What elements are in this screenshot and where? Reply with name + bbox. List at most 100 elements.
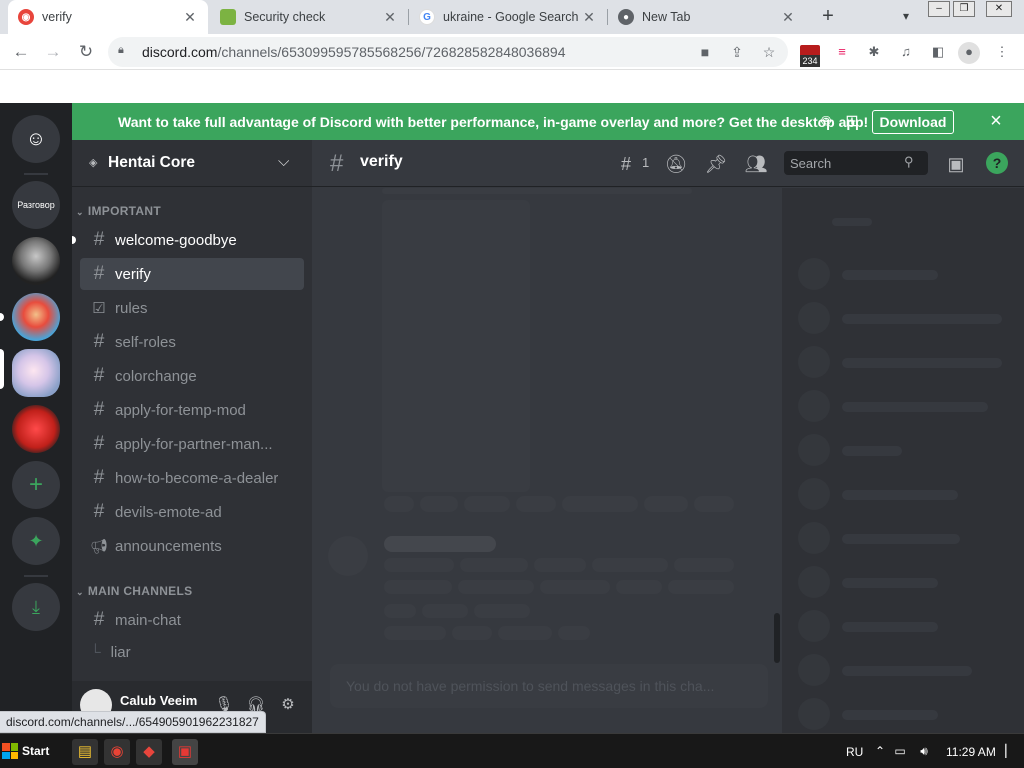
chrome-taskbar-icon[interactable]: ◉ [104,739,130,765]
server-avatar-3[interactable] [12,349,60,397]
download-apps-icon[interactable]: ⤓ [12,583,60,631]
channel-self-roles[interactable]: # self-roles [80,326,304,358]
channel-verify[interactable]: # verify [80,258,304,290]
channel-colorchange[interactable]: # colorchange [80,360,304,392]
close-tab-icon[interactable]: ✕ [182,9,198,26]
back-arrow-icon[interactable]: ← [10,41,32,63]
reload-icon[interactable]: ↻ [75,41,97,63]
game-taskbar-icon[interactable]: ▣ [172,739,198,765]
server-avatar-2[interactable] [12,293,60,341]
address-bar[interactable]: 🔒︎ discord.com/channels/6530995957855682… [108,37,788,67]
loading-skeleton [842,358,1002,368]
channel-main-chat[interactable]: # main-chat [80,604,304,636]
category-important[interactable]: ⌄ IMPORTANT [76,204,161,218]
add-server-plus-icon[interactable]: + [12,461,60,509]
extensions-puzzle-icon[interactable]: ✱ [864,42,884,62]
loading-skeleton [558,626,590,640]
channel-announcements[interactable]: 📢︎ announcements [80,530,304,562]
server-avatar-4[interactable] [12,405,60,453]
notification-muted-bell-icon[interactable]: 🔕︎ [664,152,688,176]
close-banner-icon[interactable]: × [986,111,1006,131]
close-window-button[interactable]: ✕ [986,1,1012,17]
tab-google-search[interactable]: G ukraine - Google Search ✕ [409,0,607,34]
tab-search-chevron-icon[interactable]: ▾ [895,5,917,27]
discord-home-icon[interactable]: ☺ [12,115,60,163]
app-taskbar-icon[interactable]: ◆ [136,739,162,765]
browser-menu-kebab-icon[interactable]: ⋮ [992,42,1012,62]
language-indicator[interactable]: RU [846,745,863,759]
link-status-tooltip: discord.com/channels/.../654905901962231… [0,711,266,733]
thread-liar[interactable]: └ liar [90,644,131,661]
network-icon[interactable]: ▭ [892,743,908,759]
maximize-window-button[interactable]: ❐ [953,1,975,17]
forward-arrow-icon[interactable]: → [42,41,64,63]
show-desktop-icon[interactable]: ▏ [1004,743,1016,759]
loading-skeleton [382,188,692,194]
selected-server-pill [0,349,4,389]
channel-rules[interactable]: ☑ rules [80,292,304,324]
channel-apply-for-partner-manager[interactable]: # apply-for-partner-man... [80,428,304,460]
channel-devils-emote-ad[interactable]: # devils-emote-ad [80,496,304,528]
loading-skeleton [384,604,416,618]
loading-skeleton [842,490,958,500]
browser-tabstrip: ◉ verify ✕ Security check ✕ G ukraine - … [0,0,1024,34]
loading-skeleton [842,578,938,588]
profile-avatar-icon[interactable]: ● [958,42,980,64]
loading-avatar-skeleton [798,566,830,598]
tab-verify[interactable]: ◉ verify ✕ [8,0,208,34]
start-button[interactable]: Start [2,738,52,764]
megaphone-icon: 📢︎ [90,537,108,554]
loading-skeleton [842,666,972,676]
bookmark-star-icon[interactable]: ☆ [760,43,778,61]
help-icon[interactable]: ? [986,152,1008,174]
browser-toolbar: ← → ↻ 🔒︎ discord.com/channels/6530995957… [0,34,1024,70]
hash-icon: # [93,609,105,630]
discord-favicon-icon: ◉ [18,9,34,25]
loading-avatar-skeleton [798,610,830,642]
loading-skeleton [498,626,552,640]
member-list-icon[interactable]: 👥︎ [744,152,768,176]
tray-expand-icon[interactable]: ⌃ [872,743,888,759]
server-avatar-1[interactable] [12,237,60,285]
threads-icon[interactable]: # [614,152,638,176]
close-tab-icon[interactable]: ✕ [780,9,796,26]
server-list-separator [24,173,48,175]
loading-avatar-skeleton [798,654,830,686]
server-razgovor[interactable]: Разговор [12,181,60,229]
close-tab-icon[interactable]: ✕ [382,9,398,26]
tab-security-check[interactable]: Security check ✕ [210,0,408,34]
explore-compass-icon[interactable]: ✦ [12,517,60,565]
tab-new-tab[interactable]: ● New Tab ✕ [608,0,806,34]
tab-title: ukraine - Google Search [443,10,579,24]
loading-skeleton [516,496,556,512]
camera-blocked-icon[interactable]: ■ [696,43,714,61]
extension-flag-icon[interactable]: ≡ [832,42,852,62]
volume-icon[interactable]: 🔊︎ [916,743,932,759]
settings-gear-icon[interactable]: ⚙ [278,695,298,715]
search-input[interactable]: Search ⚲ [784,151,928,175]
clock[interactable]: 11:29 AM [946,745,996,759]
loading-image-skeleton [382,200,530,492]
minimize-window-button[interactable]: – [928,1,950,17]
chevron-down-icon: ⌄ [76,587,84,597]
server-header[interactable]: ◈ Hentai Core ⌵ [72,140,312,187]
pin-icon[interactable]: 📌︎ [704,152,728,176]
media-control-icon[interactable]: ♫ [896,42,916,62]
channel-apply-for-temp-mod[interactable]: # apply-for-temp-mod [80,394,304,426]
channel-how-to-become-a-dealer[interactable]: # how-to-become-a-dealer [80,462,304,494]
message-scrollbar[interactable] [774,613,780,663]
new-tab-button[interactable]: + [816,4,840,28]
category-main-channels[interactable]: ⌄ MAIN CHANNELS [76,584,192,598]
inbox-icon[interactable]: ▣ [944,152,968,176]
download-button[interactable]: Download [872,110,954,134]
os-taskbar: Start ▤ ◉ ◆ ▣ RU ⌃ ▭ 🔊︎ 11:29 AM ▏ [0,733,1024,768]
extension-calendar-icon[interactable]: 234 [800,45,820,67]
close-tab-icon[interactable]: ✕ [581,9,597,26]
channel-welcome-goodbye[interactable]: # welcome-goodbye [80,224,304,256]
share-icon[interactable]: ⇪ [728,43,746,61]
url-text: discord.com/channels/653099595785568256/… [142,44,566,60]
loading-skeleton [384,536,496,552]
side-panel-icon[interactable]: ◧ [928,42,948,62]
loading-skeleton [842,622,938,632]
file-explorer-icon[interactable]: ▤ [72,739,98,765]
